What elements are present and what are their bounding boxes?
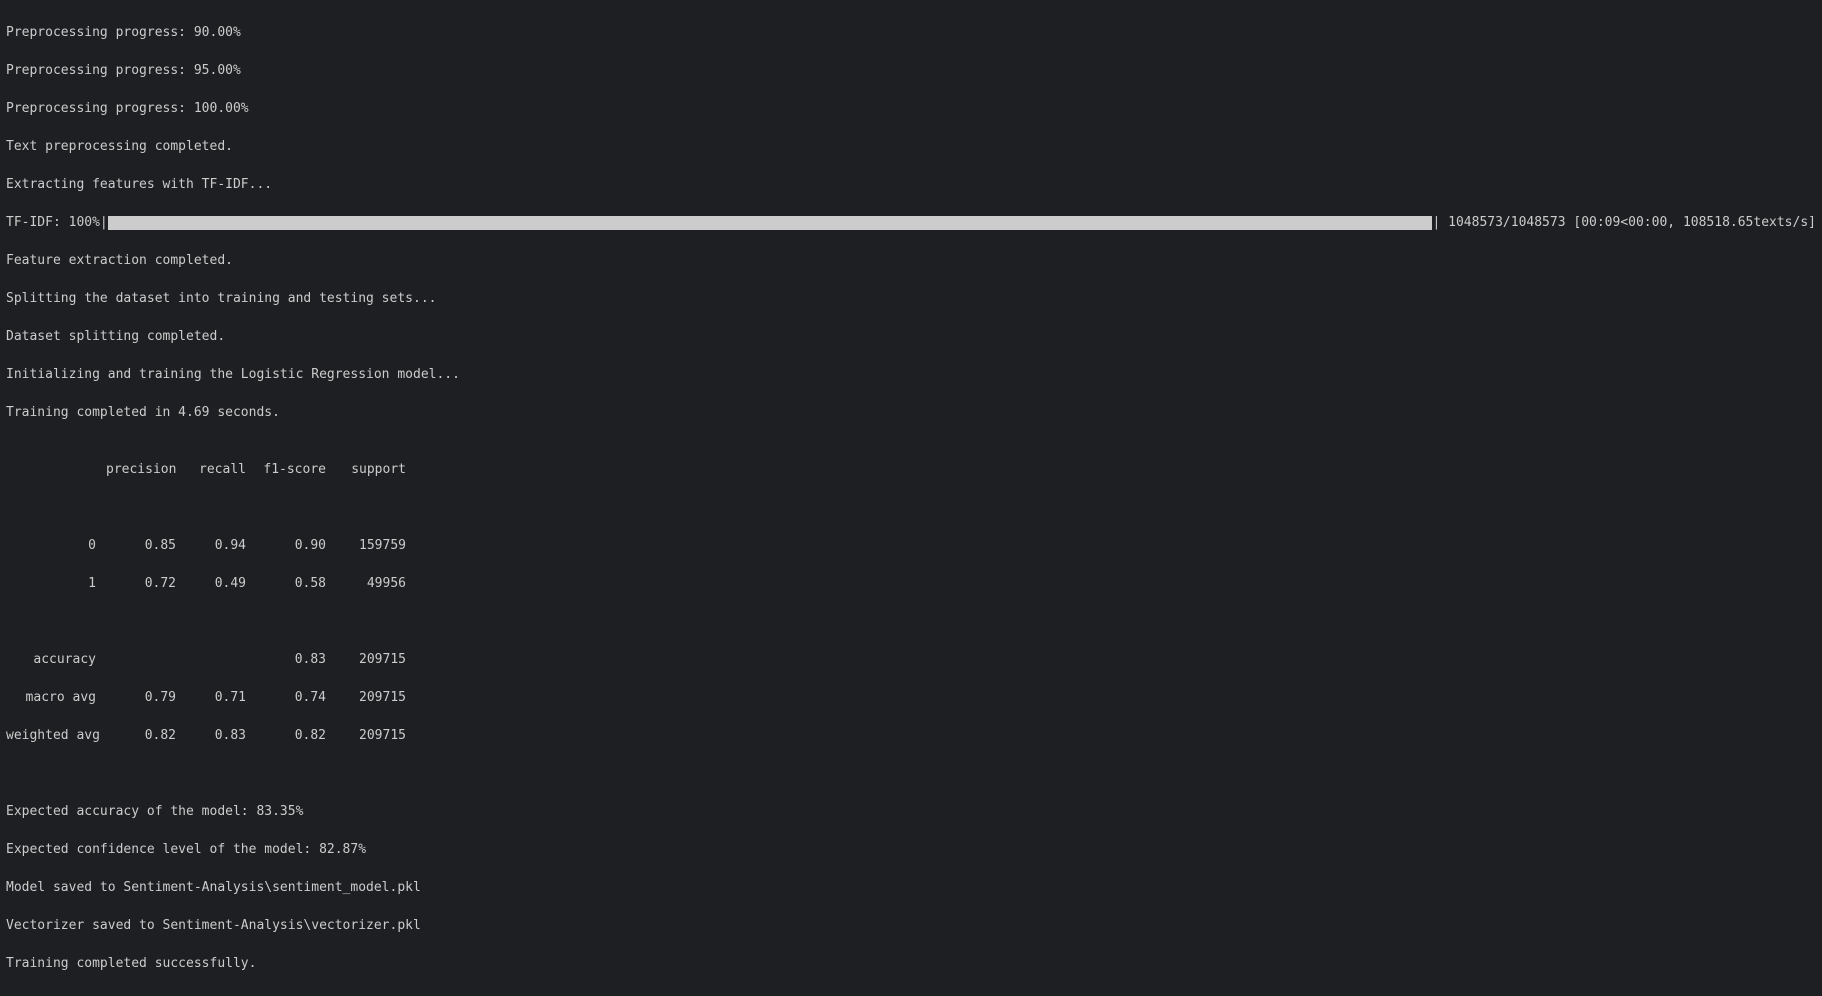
log-line: Preprocessing progress: 95.00% — [6, 61, 1816, 80]
report-label: weighted avg — [6, 726, 106, 745]
report-label: accuracy — [6, 650, 106, 669]
report-precision: 0.72 — [106, 574, 186, 593]
log-line: Preprocessing progress: 90.00% — [6, 23, 1816, 42]
report-support: 49956 — [336, 574, 416, 593]
report-f1: 0.74 — [256, 688, 336, 707]
report-row-macro: macro avg 0.79 0.71 0.74 209715 — [6, 688, 1816, 707]
terminal-output: Preprocessing progress: 90.00% Preproces… — [0, 0, 1822, 996]
report-blank — [186, 650, 256, 669]
log-line: Text preprocessing completed. — [6, 137, 1816, 156]
log-line: Expected confidence level of the model: … — [6, 840, 1816, 859]
blank-line — [6, 612, 1816, 631]
report-header-recall: recall — [186, 460, 256, 479]
log-line: Feature extraction completed. — [6, 251, 1816, 270]
log-line: Extracting features with TF-IDF... — [6, 175, 1816, 194]
report-header-f1: f1-score — [256, 460, 336, 479]
report-recall: 0.94 — [186, 536, 256, 555]
log-line: Training completed in 4.69 seconds. — [6, 403, 1816, 422]
report-f1: 0.83 — [256, 650, 336, 669]
log-line: Model saved to Sentiment-Analysis\sentim… — [6, 878, 1816, 897]
report-header-support: support — [336, 460, 416, 479]
log-line: Expected accuracy of the model: 83.35% — [6, 802, 1816, 821]
report-support: 209715 — [336, 688, 416, 707]
log-line: Vectorizer saved to Sentiment-Analysis\v… — [6, 916, 1816, 935]
report-label: 1 — [6, 574, 106, 593]
report-precision: 0.79 — [106, 688, 186, 707]
report-support: 209715 — [336, 726, 416, 745]
log-line: Splitting the dataset into training and … — [6, 289, 1816, 308]
blank-line — [6, 764, 1816, 783]
report-support: 209715 — [336, 650, 416, 669]
report-f1: 0.58 — [256, 574, 336, 593]
report-f1: 0.90 — [256, 536, 336, 555]
report-row-weighted: weighted avg 0.82 0.83 0.82 209715 — [6, 726, 1816, 745]
report-precision: 0.82 — [106, 726, 186, 745]
blank-line — [6, 498, 1816, 517]
report-recall: 0.49 — [186, 574, 256, 593]
log-line: Preprocessing progress: 100.00% — [6, 99, 1816, 118]
log-line: Initializing and training the Logistic R… — [6, 365, 1816, 384]
report-label: 0 — [6, 536, 106, 555]
report-support: 159759 — [336, 536, 416, 555]
report-f1: 0.82 — [256, 726, 336, 745]
report-row-1: 1 0.72 0.49 0.58 49956 — [6, 574, 1816, 593]
report-header-blank — [6, 460, 106, 479]
report-header-precision: precision — [106, 460, 186, 479]
report-row-0: 0 0.85 0.94 0.90 159759 — [6, 536, 1816, 555]
report-precision: 0.85 — [106, 536, 186, 555]
tfidf-stats: | 1048573/1048573 [00:09<00:00, 108518.6… — [1432, 213, 1816, 232]
tfidf-label: TF-IDF: 100%| — [6, 213, 108, 232]
report-recall: 0.71 — [186, 688, 256, 707]
report-recall: 0.83 — [186, 726, 256, 745]
progress-bar-fill — [108, 216, 1433, 230]
report-row-accuracy: accuracy 0.83 209715 — [6, 650, 1816, 669]
tfidf-progress-line: TF-IDF: 100%| | 1048573/1048573 [00:09<0… — [6, 213, 1816, 232]
log-line: Dataset splitting completed. — [6, 327, 1816, 346]
report-label: macro avg — [6, 688, 106, 707]
report-blank — [106, 650, 186, 669]
log-line: Training completed successfully. — [6, 954, 1816, 973]
report-header: precision recall f1-score support — [6, 460, 1816, 479]
